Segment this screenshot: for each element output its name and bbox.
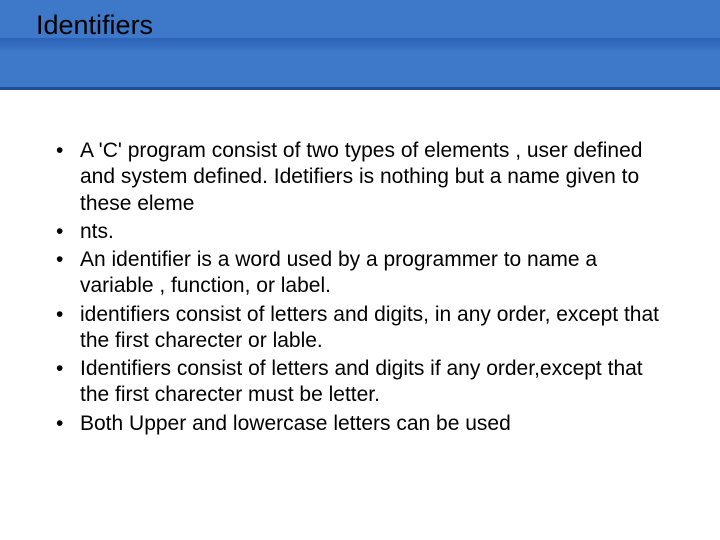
- body-content: A 'C' program consist of two types of el…: [48, 138, 672, 439]
- list-item: An identifier is a word used by a progra…: [48, 247, 672, 300]
- bullet-list: A 'C' program consist of two types of el…: [48, 138, 672, 437]
- list-item: A 'C' program consist of two types of el…: [48, 138, 672, 217]
- slide: Identifiers A 'C' program consist of two…: [0, 0, 720, 540]
- list-item: Both Upper and lowercase letters can be …: [48, 411, 672, 437]
- slide-title: Identifiers: [36, 10, 153, 41]
- title-bar: Identifiers: [0, 0, 720, 90]
- list-item: identifiers consist of letters and digit…: [48, 302, 672, 355]
- list-item: nts.: [48, 219, 672, 245]
- list-item: Identifiers consist of letters and digit…: [48, 356, 672, 409]
